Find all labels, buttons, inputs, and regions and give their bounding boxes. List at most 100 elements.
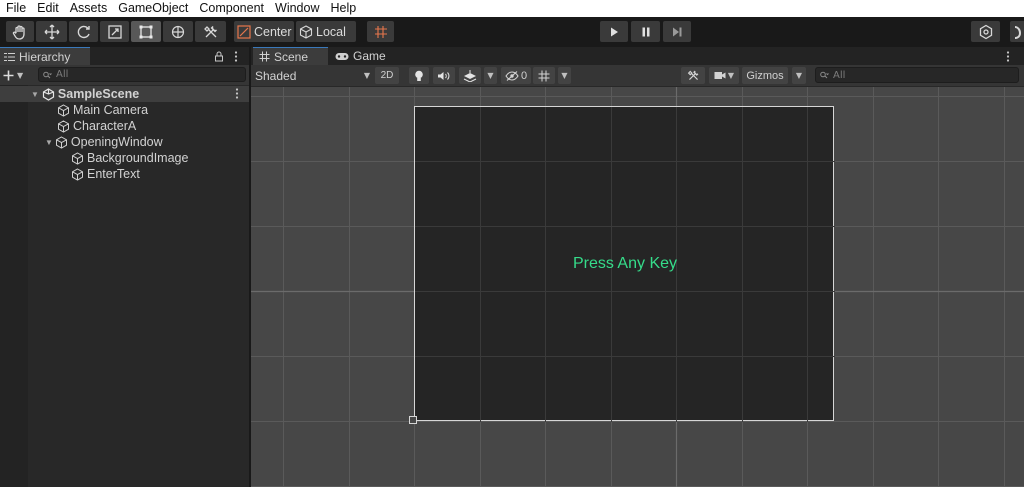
hierarchy-toolbar: ▼ All — [0, 65, 249, 85]
hierarchy-search-placeholder: All — [56, 69, 69, 80]
list-icon — [4, 52, 15, 61]
tab-scene-label: Scene — [274, 49, 309, 64]
rotate-tool-button[interactable] — [69, 21, 98, 42]
press-any-key-text[interactable]: Press Any Key — [415, 255, 835, 273]
scene-menu-icon[interactable] — [235, 88, 239, 99]
pause-button[interactable] — [631, 21, 660, 42]
scene-panel: Scene Game Shaded ▼ 2D ▼ 0 ▼ ▼ Gizmos ▼ … — [251, 47, 1024, 487]
hierarchy-item-main-camera[interactable]: Main Camera — [0, 102, 249, 118]
rotate-icon — [77, 25, 90, 38]
gizmos-toggle[interactable]: Gizmos — [742, 67, 788, 84]
effects-dropdown[interactable]: ▼ — [484, 67, 497, 84]
hidden-count: 0 — [520, 69, 528, 82]
menu-assets[interactable]: Assets — [64, 0, 113, 17]
grid-hash-icon — [259, 51, 270, 62]
tools-icon — [687, 70, 698, 80]
hand-icon — [12, 24, 25, 40]
scene-viewport[interactable]: Press Any Key — [251, 87, 1024, 487]
game-canvas-frame[interactable]: Press Any Key — [414, 106, 835, 422]
menu-bar: File Edit Assets GameObject Component Wi… — [0, 0, 1024, 17]
hierarchy-item-openingwindow[interactable]: ▼ OpeningWindow — [0, 134, 249, 150]
tab-scene[interactable]: Scene — [253, 47, 328, 65]
kebab-menu-icon[interactable] — [234, 51, 238, 62]
plus-icon — [3, 70, 14, 80]
kebab-menu-icon[interactable] — [1006, 51, 1010, 62]
step-button[interactable] — [663, 21, 691, 42]
hand-tool-button[interactable] — [6, 21, 34, 42]
hierarchy-item-entertext[interactable]: EnterText — [0, 166, 249, 182]
gizmos-label: Gizmos — [746, 69, 784, 82]
unity-scene-icon — [42, 87, 55, 101]
scale-tool-button[interactable] — [100, 21, 129, 42]
menu-help[interactable]: Help — [324, 0, 361, 17]
hierarchy-item-label: CharacterA — [73, 119, 137, 133]
grid-icon — [538, 70, 550, 81]
audio-toggle[interactable] — [433, 67, 455, 84]
rect-transform-icon — [139, 25, 153, 38]
lighting-toggle[interactable] — [409, 67, 429, 84]
eye-hidden-icon — [505, 70, 519, 81]
shading-mode-label: Shaded — [255, 68, 297, 83]
gameobject-cube-icon — [72, 167, 83, 181]
pause-icon — [642, 27, 649, 36]
scene-search-placeholder: All — [833, 69, 846, 81]
search-icon — [820, 71, 829, 79]
rect-tool-button[interactable] — [131, 21, 161, 42]
camera-icon — [714, 72, 726, 79]
menu-gameobject[interactable]: GameObject — [112, 0, 193, 17]
chevron-down-icon[interactable]: ▼ — [31, 90, 39, 99]
transform-tool-button[interactable] — [163, 21, 193, 42]
play-icon — [611, 27, 618, 36]
shading-mode-dropdown[interactable]: Shaded ▼ — [255, 67, 370, 84]
chevron-down-icon: ▼ — [561, 71, 568, 80]
grid-toggle[interactable] — [533, 67, 555, 84]
pivot-center-button[interactable]: Center — [234, 21, 294, 42]
hierarchy-item-charactera[interactable]: CharacterA — [0, 118, 249, 134]
pivot-local-button[interactable]: Local — [296, 21, 356, 42]
scene-name: SampleScene — [57, 87, 140, 101]
effects-toggle[interactable] — [459, 67, 481, 84]
custom-tool-button[interactable] — [195, 21, 226, 42]
menu-window[interactable]: Window — [269, 0, 324, 17]
scale-icon — [107, 24, 122, 39]
hierarchy-item-backgroundimage[interactable]: BackgroundImage — [0, 150, 249, 166]
hierarchy-tab[interactable]: Hierarchy — [0, 47, 90, 65]
chevron-down-icon[interactable]: ▼ — [45, 138, 53, 147]
grid-dropdown[interactable]: ▼ — [558, 67, 571, 84]
services-button[interactable] — [971, 21, 1000, 42]
create-dropdown[interactable]: ▼ — [3, 67, 29, 83]
local-cube-icon — [299, 24, 313, 39]
toggle-2d-button[interactable]: 2D — [375, 67, 399, 84]
tool-settings-button[interactable] — [681, 67, 705, 84]
gizmos-dropdown[interactable]: ▼ — [792, 67, 806, 84]
scene-visibility-toggle[interactable]: 0 — [501, 67, 531, 84]
toggle-2d-label: 2D — [380, 70, 394, 81]
play-button[interactable] — [600, 21, 628, 42]
chevron-down-icon: ▼ — [363, 71, 370, 80]
lightbulb-icon — [415, 70, 423, 81]
account-button[interactable] — [1010, 21, 1024, 42]
scene-search-input[interactable]: All — [815, 67, 1019, 83]
scene-toolbar: Shaded ▼ 2D ▼ 0 ▼ ▼ Gizmos ▼ All — [251, 65, 1024, 86]
gameobject-cube-icon — [58, 119, 69, 133]
move-tool-button[interactable] — [36, 21, 67, 42]
chevron-down-icon: ▼ — [17, 70, 24, 80]
scene-row[interactable]: ▼ SampleScene — [0, 86, 249, 102]
menu-edit[interactable]: Edit — [31, 0, 64, 17]
menu-component[interactable]: Component — [193, 0, 269, 17]
hierarchy-panel: Hierarchy ▼ All ▼ SampleScene Main Camer… — [0, 47, 249, 487]
hierarchy-search-input[interactable]: All — [38, 67, 246, 82]
lock-icon[interactable] — [214, 51, 224, 62]
transform-icon — [171, 25, 185, 38]
hierarchy-item-label: Main Camera — [73, 103, 149, 117]
tab-game[interactable]: Game — [329, 47, 399, 65]
gameobject-cube-icon — [72, 151, 83, 165]
tools-icon — [203, 25, 217, 37]
camera-settings-dropdown[interactable]: ▼ — [709, 67, 739, 84]
grid-snap-button[interactable] — [367, 21, 394, 42]
rect-corner-handle[interactable] — [409, 416, 417, 424]
move-arrows-icon — [44, 24, 59, 39]
hierarchy-item-label: OpeningWindow — [70, 135, 163, 149]
menu-file[interactable]: File — [0, 0, 31, 17]
pivot-center-label: Center — [254, 24, 292, 39]
